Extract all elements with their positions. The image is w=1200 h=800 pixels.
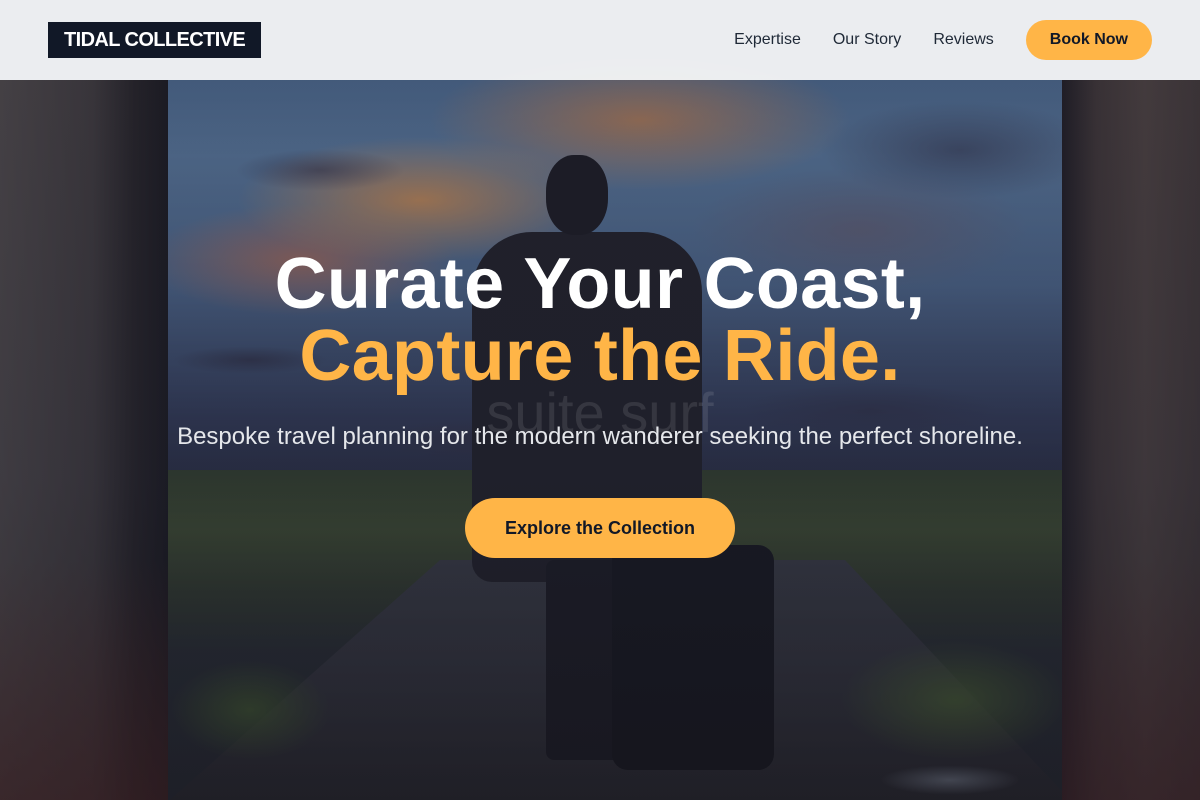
hero-subtitle: Bespoke travel planning for the modern w… <box>177 423 1023 450</box>
nav-link-reviews[interactable]: Reviews <box>933 31 993 49</box>
book-now-button[interactable]: Book Now <box>1025 20 1152 60</box>
explore-collection-button[interactable]: Explore the Collection <box>464 498 736 558</box>
main-nav: Expertise Our Story Reviews Book Now <box>734 20 1152 60</box>
brand-logo[interactable]: TIDAL COLLECTIVE <box>48 22 262 58</box>
site-header: TIDAL COLLECTIVE Expertise Our Story Rev… <box>0 0 1200 80</box>
hero-content: Curate Your Coast, Capture the Ride. Bes… <box>0 248 1200 558</box>
headline-line-1: Curate Your Coast, <box>274 244 926 324</box>
nav-link-expertise[interactable]: Expertise <box>734 31 801 49</box>
nav-link-our-story[interactable]: Our Story <box>833 31 901 49</box>
headline-line-2: Capture the Ride. <box>299 316 901 396</box>
hero-headline: Curate Your Coast, Capture the Ride. <box>0 248 1200 392</box>
